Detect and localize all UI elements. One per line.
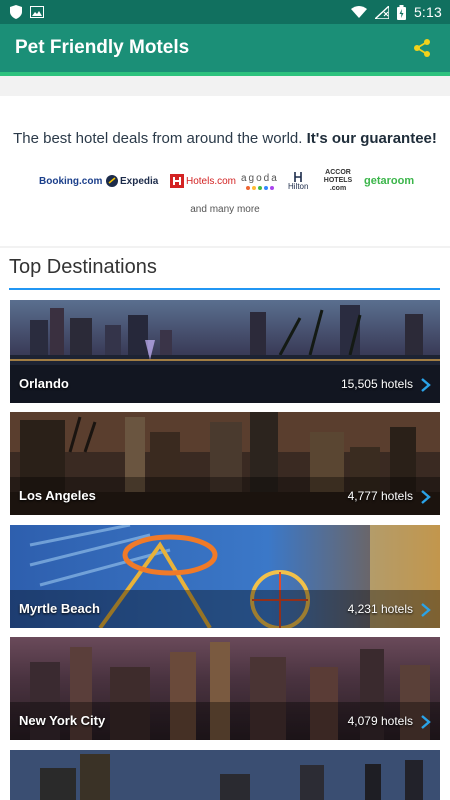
chevron-right-icon xyxy=(421,490,431,504)
image-icon xyxy=(30,6,44,18)
hotel-count: 4,079 hotels xyxy=(347,714,413,728)
status-right: 5:13 xyxy=(350,4,442,20)
hotels-label: Hotels.com xyxy=(186,175,237,187)
city-name: Los Angeles xyxy=(19,488,96,503)
hilton-label: Hilton xyxy=(288,181,309,191)
hotels-h-icon xyxy=(170,174,184,188)
share-button[interactable] xyxy=(406,32,438,64)
status-bar: 5:13 xyxy=(0,0,450,24)
guarantee-text: The best hotel deals from around the wor… xyxy=(0,130,450,147)
destination-card-los-angeles[interactable]: Los Angeles 4,777 hotels xyxy=(10,412,440,515)
agoda-logo: agoda xyxy=(241,168,279,194)
top-destinations-section: Top Destinations Orlando 15,505 hotels L… xyxy=(0,248,450,800)
tagline: The best hotel deals from around the wor… xyxy=(13,130,303,147)
more-partners-text: and many more xyxy=(190,204,260,215)
signal-icon xyxy=(374,5,389,19)
app-bar: Pet Friendly Motels xyxy=(0,24,450,76)
wifi-icon xyxy=(350,6,367,18)
partner-logos: Booking.com Expedia Hotels.com agoda Hil… xyxy=(0,168,450,194)
partners-banner[interactable]: The best hotel deals from around the wor… xyxy=(0,96,450,246)
chevron-right-icon xyxy=(421,378,431,392)
destination-card-new-york-city[interactable]: New York City 4,079 hotels xyxy=(10,637,440,740)
city-skyline-image xyxy=(10,750,440,800)
share-icon xyxy=(414,39,430,57)
tagline-bold: It's our guarantee! xyxy=(306,130,437,147)
accor-label: ACCOR HOTELS .com xyxy=(323,169,353,192)
hilton-logo: Hilton xyxy=(288,168,308,194)
destination-card-myrtle-beach[interactable]: Myrtle Beach 4,231 hotels xyxy=(10,525,440,628)
booking-label: Booking.com xyxy=(39,175,103,187)
destination-card-partial[interactable] xyxy=(10,750,440,800)
page-title: Pet Friendly Motels xyxy=(15,37,190,58)
agoda-label: agoda xyxy=(241,172,279,184)
hotel-count: 15,505 hotels xyxy=(340,377,413,391)
expedia-logo: Expedia xyxy=(106,168,158,194)
booking-logo: Booking.com xyxy=(39,168,102,194)
accor-logo: ACCOR HOTELS .com xyxy=(323,168,353,194)
globe-icon xyxy=(106,175,118,187)
city-name: New York City xyxy=(19,713,106,728)
chevron-right-icon xyxy=(421,715,431,729)
city-name: Orlando xyxy=(19,376,69,391)
getaroom-label: getaroom xyxy=(364,175,415,187)
hotels-logo: Hotels.com xyxy=(170,168,236,194)
getaroom-logo: getaroom xyxy=(364,168,414,194)
hilton-h-icon xyxy=(294,171,303,182)
expedia-label: Expedia xyxy=(120,175,159,187)
chevron-right-icon xyxy=(421,603,431,617)
shield-icon xyxy=(10,5,22,19)
hotel-count: 4,231 hotels xyxy=(347,602,413,616)
status-time: 5:13 xyxy=(413,4,442,20)
status-left xyxy=(10,5,44,19)
agoda-dots xyxy=(245,185,274,190)
section-divider xyxy=(9,288,440,290)
destination-card-orlando[interactable]: Orlando 15,505 hotels xyxy=(10,300,440,403)
city-name: Myrtle Beach xyxy=(19,601,100,616)
section-title: Top Destinations xyxy=(9,256,157,278)
battery-icon xyxy=(396,4,406,20)
hotel-count: 4,777 hotels xyxy=(347,489,413,503)
